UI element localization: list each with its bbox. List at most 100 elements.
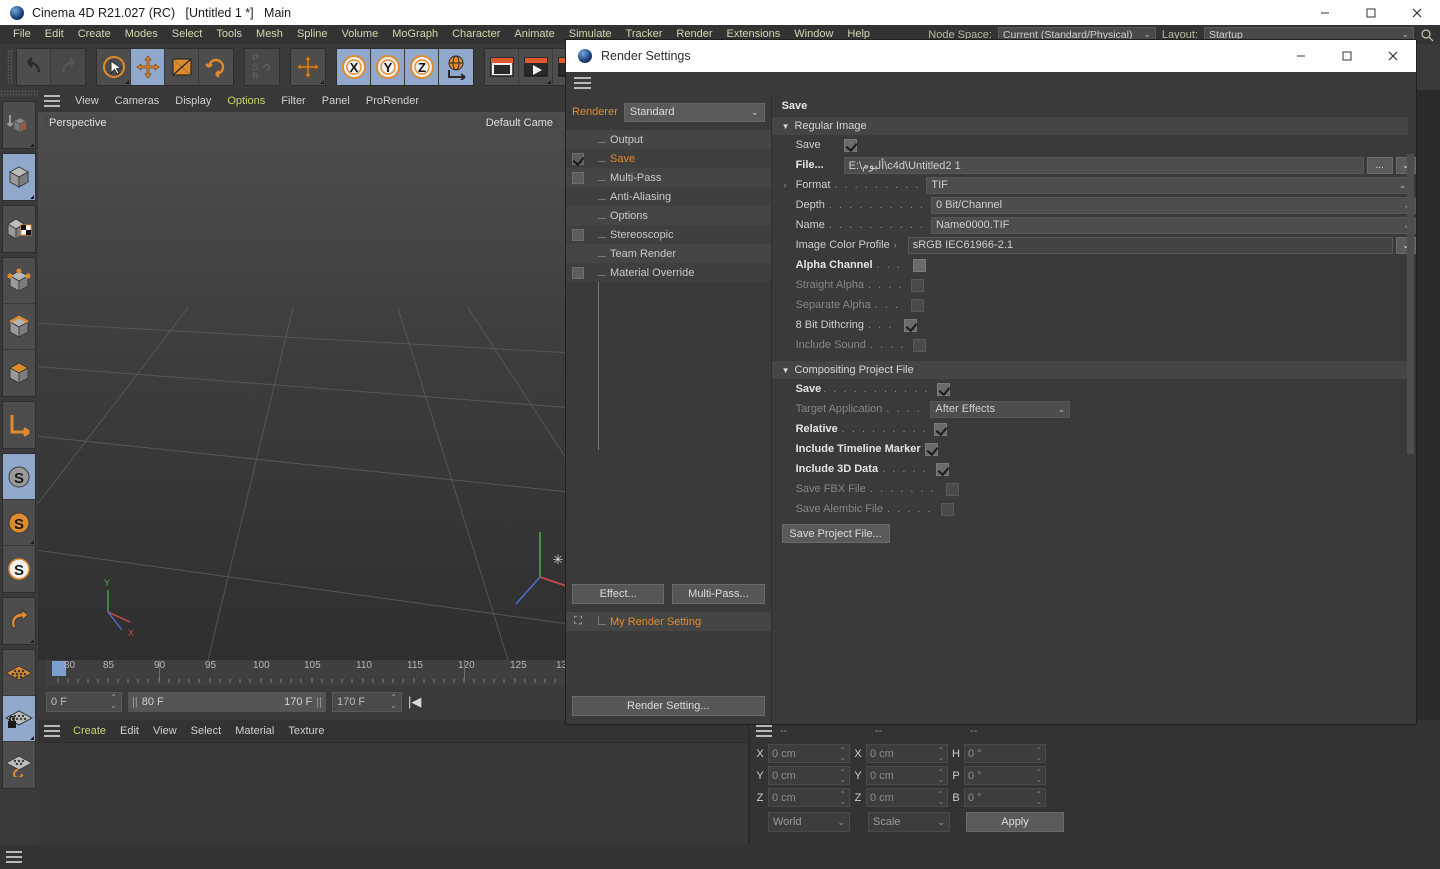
tree-checkbox-slot[interactable] (566, 228, 590, 241)
edges-mode-icon[interactable] (3, 304, 35, 350)
enable-snap-icon[interactable]: S (3, 454, 35, 500)
move-tool-2-icon[interactable] (291, 49, 325, 85)
coordinates-menu-icon[interactable] (756, 725, 772, 737)
rotate-icon[interactable] (199, 49, 233, 85)
menu-item-animate[interactable]: Animate (507, 25, 561, 44)
menu-item-mograph[interactable]: MoGraph (385, 25, 445, 44)
target-app-select[interactable]: After Effects ⌄ (930, 400, 1071, 418)
workplane-icon[interactable] (3, 598, 35, 644)
content-scrollbar[interactable] (1407, 154, 1414, 754)
menu-item-spline[interactable]: Spline (290, 25, 335, 44)
quantize-icon[interactable]: S (3, 546, 35, 592)
triangle-down-icon[interactable]: ▼ (782, 366, 790, 375)
multi-pass-button[interactable]: Multi-Pass... (672, 584, 765, 604)
spinner-icon[interactable]: ⌃ ⌄ (937, 746, 944, 761)
window-close-button[interactable] (1394, 0, 1440, 25)
timeline-ruler[interactable]: 80 85 90 95 100 105 110 115 120 125 13 (46, 660, 567, 686)
expand-arrow-icon[interactable]: › (784, 180, 796, 190)
spinner-icon[interactable]: ⌃ ⌄ (1035, 790, 1042, 805)
viewport-menu-view[interactable]: View (68, 95, 106, 107)
spinner-icon[interactable]: ⌃ ⌄ (937, 768, 944, 783)
tree-item-anti-aliasing[interactable]: Anti-Aliasing (566, 187, 771, 206)
comp-save-checkbox[interactable] (937, 382, 951, 396)
rotation-b-field[interactable]: 0 ° ⌃ ⌄ (964, 788, 1046, 807)
psr-icon[interactable]: PSR (245, 49, 279, 85)
menu-item-tools[interactable]: Tools (209, 25, 249, 44)
menu-item-create[interactable]: Create (71, 25, 118, 44)
color-profile-field[interactable]: sRGB IEC61966-2.1 (907, 236, 1393, 254)
render-setting-button[interactable]: Render Setting... (572, 696, 765, 716)
effect-button[interactable]: Effect... (572, 584, 665, 604)
preview-range-bar[interactable]: || 80 F 170 F || (128, 692, 326, 712)
axis-x-icon[interactable]: X (337, 49, 371, 85)
end-frame-field[interactable]: 170 F ⌃ ⌄ (332, 692, 402, 712)
range-handle-left-icon[interactable]: || (132, 696, 138, 708)
rotation-p-field[interactable]: 0 ° ⌃ ⌄ (964, 766, 1046, 785)
axis-mode-icon[interactable] (3, 402, 35, 448)
axis-z-icon[interactable]: Z (405, 49, 439, 85)
scale-icon[interactable] (165, 49, 199, 85)
spinner-icon[interactable]: ⌃ ⌄ (839, 746, 846, 761)
undo-icon[interactable] (17, 49, 51, 85)
size-z-field[interactable]: 0 cm ⌃ ⌄ (866, 788, 948, 807)
save-project-file-button[interactable]: Save Project File... (781, 524, 890, 543)
name-select[interactable]: Name0000.TIF ⌄ (930, 216, 1416, 234)
relative-checkbox[interactable] (933, 422, 947, 436)
spinner-icon[interactable]: ⌃ ⌄ (839, 790, 846, 805)
move-icon[interactable] (131, 49, 165, 85)
viewport-menu-panel[interactable]: Panel (315, 95, 357, 107)
apply-button[interactable]: Apply (966, 812, 1064, 832)
tree-checkbox-multipass[interactable] (572, 171, 584, 184)
menu-item-mesh[interactable]: Mesh (249, 25, 290, 44)
tree-item-material-override[interactable]: Material Override (566, 263, 771, 282)
viewport-menu-prorender[interactable]: ProRender (359, 95, 426, 107)
current-frame-field[interactable]: 0 F ⌃ ⌄ (46, 692, 122, 712)
spinner-icon[interactable]: ⌃ ⌄ (1035, 768, 1042, 783)
viewport-menu-cameras[interactable]: Cameras (108, 95, 167, 107)
points-mode-icon[interactable] (3, 258, 35, 304)
coordinate-system-select[interactable]: World ⌄ (768, 812, 850, 832)
window-minimize-button[interactable] (1302, 0, 1348, 25)
regular-image-group-header[interactable]: ▼ Regular Image (771, 117, 1408, 135)
menu-item-select[interactable]: Select (165, 25, 210, 44)
include-3d-data-checkbox[interactable] (936, 462, 950, 476)
material-menu-create[interactable]: Create (66, 725, 113, 737)
render-view-icon[interactable] (485, 49, 519, 85)
snap-settings-icon[interactable]: S (3, 500, 35, 546)
tree-checkbox-slot[interactable] (566, 171, 590, 184)
triangle-down-icon[interactable]: ▼ (782, 122, 790, 131)
material-menu-select[interactable]: Select (184, 725, 229, 737)
tree-checkbox-stereoscopic[interactable] (572, 228, 584, 241)
include-sound-checkbox[interactable] (912, 338, 926, 352)
renderer-select[interactable]: Standard ⌄ (623, 102, 765, 122)
spinner-icon[interactable]: ⌃ ⌄ (390, 694, 397, 710)
menu-item-edit[interactable]: Edit (38, 25, 71, 44)
timeline-marker-checkbox[interactable] (924, 442, 938, 456)
save-checkbox[interactable] (843, 138, 857, 152)
tree-checkbox-save[interactable] (572, 152, 584, 165)
object-manager-panel[interactable] (1070, 720, 1440, 845)
left-toolbar-grip[interactable] (0, 90, 38, 97)
live-selection-icon[interactable] (97, 49, 131, 85)
coordinate-mode-select[interactable]: Scale ⌄ (868, 812, 950, 832)
viewport-menu-filter[interactable]: Filter (274, 95, 312, 107)
tree-checkbox-slot[interactable] (566, 152, 590, 165)
world-coordinate-icon[interactable] (439, 49, 473, 85)
status-menu-icon[interactable] (6, 851, 22, 863)
alpha-channel-checkbox[interactable] (912, 258, 926, 272)
file-label[interactable]: File... (796, 159, 844, 171)
position-y-field[interactable]: 0 cm ⌃ ⌄ (768, 766, 850, 785)
position-z-field[interactable]: 0 cm ⌃ ⌄ (768, 788, 850, 807)
texture-mode-icon[interactable] (3, 206, 35, 252)
menu-item-file[interactable]: File (6, 25, 38, 44)
scrollbar-thumb[interactable] (1407, 154, 1414, 454)
lock-workplane-icon[interactable] (3, 696, 35, 742)
viewport-canvas[interactable]: ✳ Y X Perspective Default Came (38, 112, 566, 660)
dithering-checkbox[interactable] (904, 318, 918, 332)
search-icon[interactable] (1420, 28, 1434, 42)
material-menu-icon[interactable] (44, 725, 60, 737)
grid-icon[interactable] (3, 650, 35, 696)
render-settings-menu-icon[interactable] (574, 77, 591, 89)
file-path-input[interactable]: E:\ألبوم\c4d\Untitled2 1 (843, 156, 1364, 174)
tree-checkbox-material-override[interactable] (572, 266, 584, 279)
